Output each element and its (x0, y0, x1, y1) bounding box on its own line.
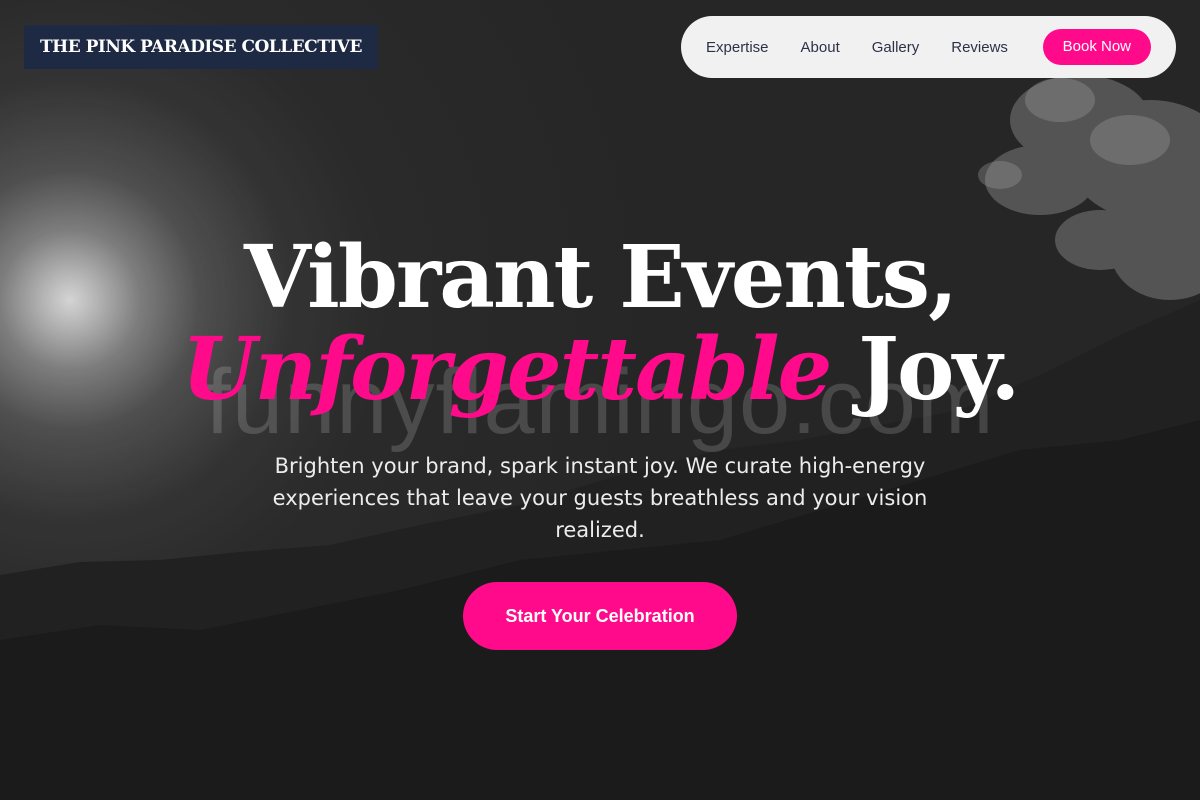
nav-link-about[interactable]: About (801, 39, 840, 56)
main-nav: Expertise About Gallery Reviews Book Now (681, 16, 1176, 78)
start-celebration-button[interactable]: Start Your Celebration (463, 582, 737, 650)
nav-link-gallery[interactable]: Gallery (872, 39, 920, 56)
hero-subtext: Brighten your brand, spark instant joy. … (272, 454, 928, 542)
headline-line-1: Vibrant Events, (243, 227, 958, 328)
brand-logo[interactable]: THE PINK PARADISE COLLECTIVE (24, 25, 378, 69)
headline-end-word: Joy. (858, 319, 1020, 420)
book-now-button[interactable]: Book Now (1042, 29, 1151, 65)
nav-link-expertise[interactable]: Expertise (706, 39, 769, 56)
nav-link-reviews[interactable]: Reviews (951, 39, 1008, 56)
headline-accent-word: Unforgettable (181, 319, 833, 420)
hero-headline: Vibrant Events, Unforgettable Joy. (0, 232, 1200, 416)
hero-section: funnyflamingo.com THE PINK PARADISE COLL… (0, 0, 1200, 800)
